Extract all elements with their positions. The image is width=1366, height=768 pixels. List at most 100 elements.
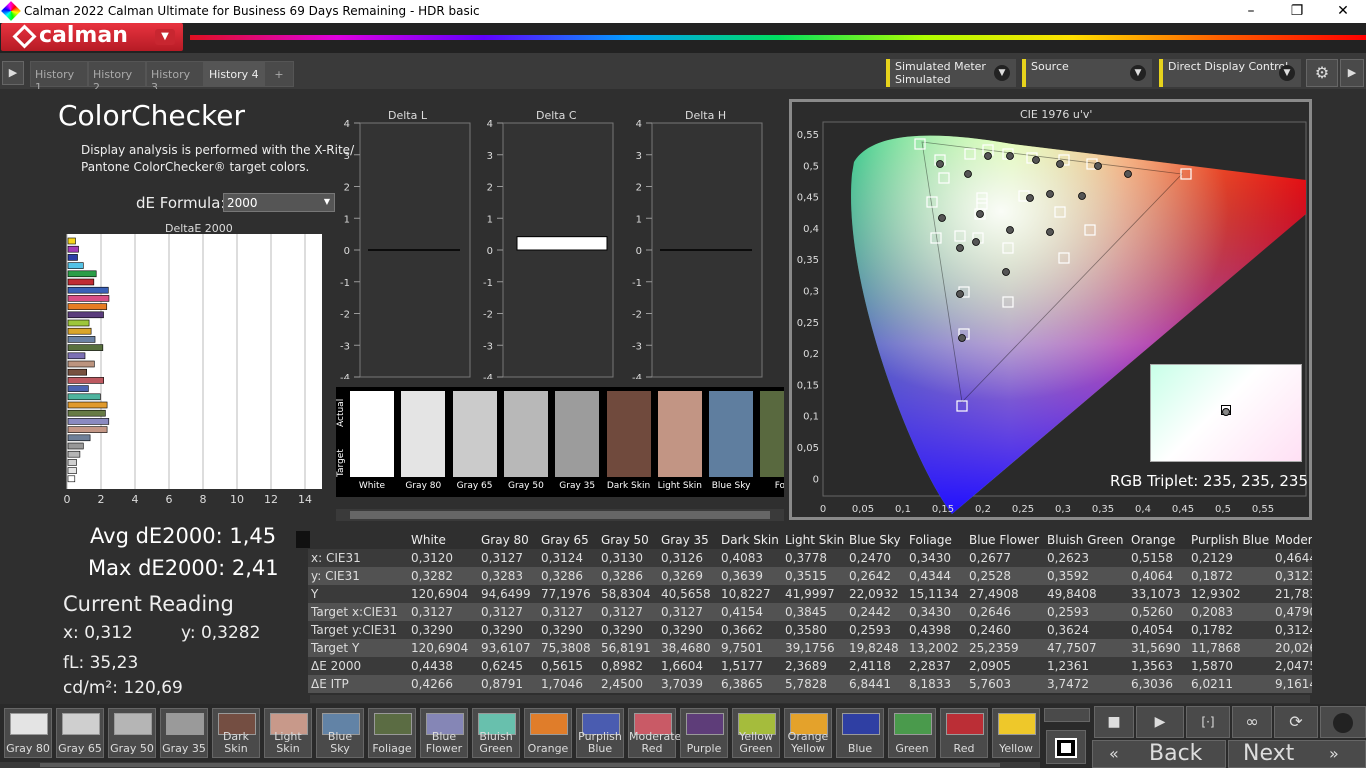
- table-cell: 0,3290: [478, 621, 538, 639]
- patch-button[interactable]: Green: [888, 708, 936, 758]
- patch-button[interactable]: Orange Yellow: [784, 708, 832, 758]
- table-cell: 6,3865: [718, 675, 782, 693]
- table-cell: x: CIE31: [308, 549, 408, 567]
- title-bar: Calman 2022 Calman Ultimate for Business…: [0, 0, 1366, 23]
- patch-button[interactable]: Purplish Blue: [576, 708, 624, 758]
- add-tab-button[interactable]: +: [264, 61, 294, 87]
- swatch-name: Light Skin: [657, 481, 703, 491]
- table-scrollbar[interactable]: [310, 695, 1310, 703]
- patch-button[interactable]: Red: [940, 708, 988, 758]
- chevron-down-icon: ▼: [323, 197, 330, 206]
- patch-button[interactable]: Foliage: [368, 708, 416, 758]
- table-cell: 0,2646: [966, 603, 1044, 621]
- deltae-bar: [67, 467, 77, 474]
- play-arrow-icon[interactable]: ▶: [1340, 59, 1364, 87]
- table-cell: 56,8191: [598, 639, 658, 657]
- tab-history-1[interactable]: History 1: [30, 61, 88, 94]
- record-button[interactable]: [1320, 706, 1366, 738]
- target-label: Target: [336, 449, 346, 477]
- step-icon[interactable]: [·]: [1186, 706, 1230, 738]
- patch-button[interactable]: Gray 65: [56, 708, 104, 758]
- table-cell: 19,8248: [846, 639, 906, 657]
- patch-button[interactable]: Light Skin: [264, 708, 312, 758]
- patch-button[interactable]: Blue: [836, 708, 884, 758]
- table-cell: 0,3130: [598, 549, 658, 567]
- table-cell: 0,3639: [718, 567, 782, 585]
- deltae-bar: [67, 352, 86, 360]
- table-cell: 25,2359: [966, 639, 1044, 657]
- patch-button[interactable]: Moderate Red: [628, 708, 681, 758]
- stop-button[interactable]: [1046, 730, 1086, 764]
- table-cell: 0,1782: [1188, 621, 1272, 639]
- deltae-tick: 14: [298, 493, 312, 506]
- table-cell: 2,0475: [1272, 657, 1312, 675]
- close-icon[interactable]: ✕: [1320, 0, 1366, 23]
- swatch-tile: [657, 391, 702, 477]
- collapse-button[interactable]: [1044, 708, 1090, 722]
- patch-button[interactable]: Yellow Green: [732, 708, 780, 758]
- patch-button[interactable]: Gray 50: [108, 708, 156, 758]
- swatch-name: White: [358, 481, 386, 491]
- tab-history-2[interactable]: History 2: [88, 61, 146, 94]
- patch-button[interactable]: Purple: [680, 708, 728, 758]
- table-cell: Y: [308, 585, 408, 603]
- table-cell: 0,3282: [408, 567, 478, 585]
- back-button[interactable]: « Back: [1092, 740, 1226, 768]
- strip-scrollbar[interactable]: [336, 509, 784, 521]
- loop-icon[interactable]: ∞: [1232, 706, 1272, 738]
- patch-chip: [10, 713, 48, 735]
- patch-button[interactable]: Gray 80: [4, 708, 52, 758]
- current-y: y: 0,3282: [181, 623, 261, 643]
- tab-history-3[interactable]: History 3: [146, 61, 204, 94]
- play-icon[interactable]: ▶: [1136, 706, 1184, 738]
- cie-x-tick: 0,25: [1012, 504, 1034, 515]
- deltae-bar: [67, 401, 108, 409]
- bottom-bar: Gray 80 Gray 65 Gray 50 Gray 35 Dark Skin Lig…: [0, 704, 1366, 768]
- source-dropdown[interactable]: Source ▼: [1022, 59, 1152, 87]
- scrollbar-thumb[interactable]: [350, 511, 770, 519]
- table-cell: 0,4344: [906, 567, 966, 585]
- tab-history-4[interactable]: History 4: [204, 61, 264, 87]
- deltae-tick: 6: [166, 493, 173, 506]
- table-cell: 1,3563: [1128, 657, 1188, 675]
- delta-tick: -4: [632, 373, 642, 379]
- table-cell: ΔE ITP: [308, 675, 408, 693]
- swatch-scrollbar[interactable]: [0, 762, 1040, 768]
- gear-icon[interactable]: ⚙: [1306, 59, 1338, 87]
- table-cell: 0,4266: [408, 675, 478, 693]
- patch-button[interactable]: Bluish Green: [472, 708, 520, 758]
- cie-y-tick: 0,05: [797, 443, 819, 454]
- formula-select[interactable]: 2000 ▼: [223, 193, 335, 212]
- patch-button[interactable]: Blue Sky: [316, 708, 364, 758]
- refresh-icon[interactable]: ⟳: [1274, 706, 1318, 738]
- play-arrow-icon[interactable]: ▶: [2, 61, 24, 85]
- deltae-bar: [67, 245, 79, 253]
- swatch-tile: [401, 391, 446, 477]
- patch-button[interactable]: Orange: [524, 708, 572, 758]
- avg-de: Avg dE2000: 1,45: [90, 524, 277, 548]
- stop-icon[interactable]: ■: [1094, 706, 1134, 738]
- patch-chip: [114, 713, 152, 735]
- minimize-icon[interactable]: –: [1228, 0, 1274, 23]
- deltae-bar: [67, 319, 90, 327]
- next-button[interactable]: Next »: [1228, 740, 1366, 768]
- patch-label: Orange Yellow: [787, 730, 829, 755]
- maximize-icon[interactable]: ❐: [1274, 0, 1320, 23]
- patch-button[interactable]: Gray 35: [160, 708, 208, 758]
- tab-bar: ▶ History 1 History 2 History 3 History …: [0, 53, 1366, 94]
- table-cell: 93,6107: [478, 639, 538, 657]
- delta-tick: 4: [344, 119, 350, 130]
- table-cell: Target x:CIE31: [308, 603, 408, 621]
- cie-x-tick: 0,3: [1055, 504, 1071, 515]
- calman-menu-button[interactable]: calman ▼: [1, 23, 183, 51]
- display-control-dropdown[interactable]: Direct Display Control ▼: [1159, 59, 1301, 87]
- table-cell: 0,3127: [658, 603, 718, 621]
- cie-y-tick: 0,5: [803, 161, 819, 172]
- table-cell: 0,2593: [1044, 603, 1128, 621]
- patch-button[interactable]: Blue Flower: [420, 708, 468, 758]
- patch-button[interactable]: Yellow: [992, 708, 1040, 758]
- meter-dropdown[interactable]: Simulated Meter Simulated ▼: [886, 59, 1016, 87]
- patch-button[interactable]: Dark Skin: [212, 708, 260, 758]
- table-cell: 2,4500: [598, 675, 658, 693]
- rgb-triplet: RGB Triplet: 235, 235, 235: [1110, 472, 1308, 490]
